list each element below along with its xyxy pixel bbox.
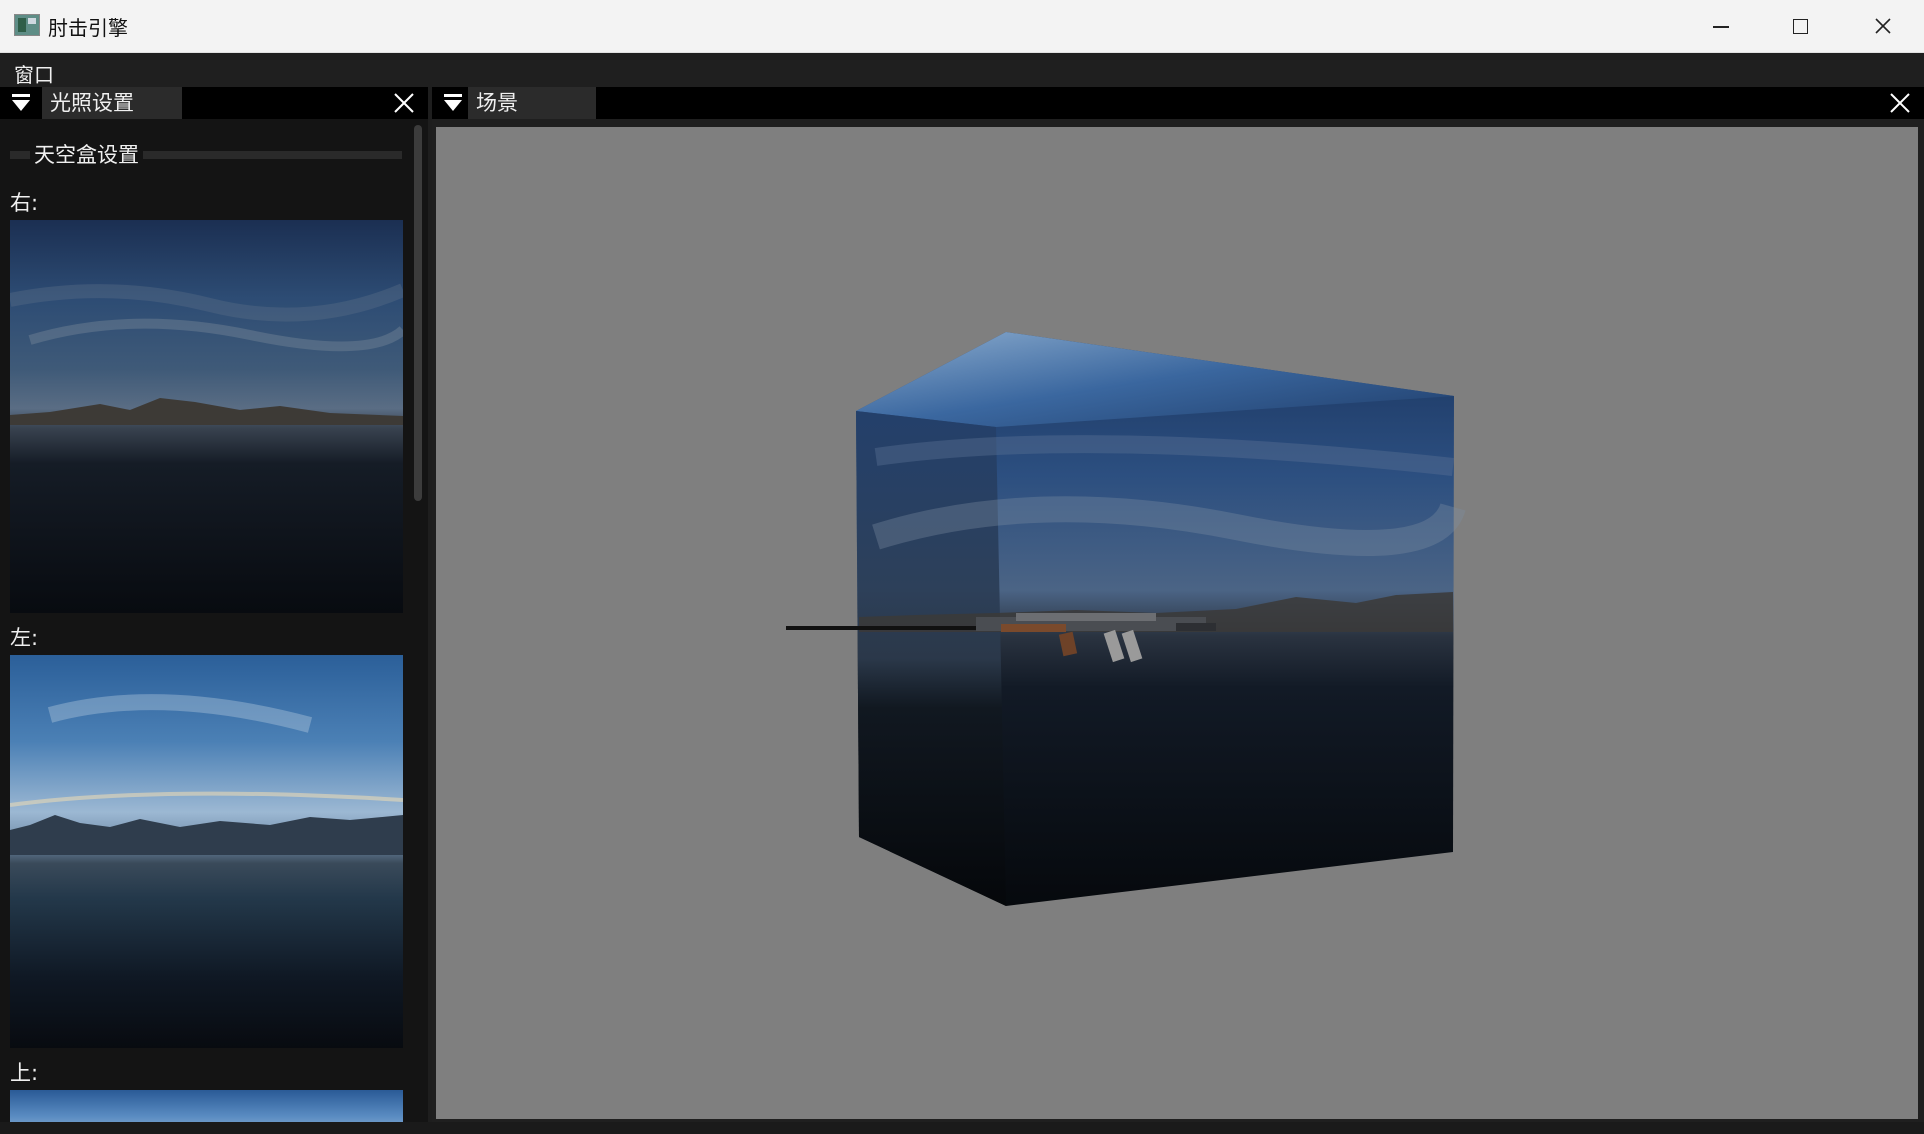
skybox-left-image[interactable] (10, 655, 403, 1048)
collapse-arrow-icon[interactable] (440, 92, 468, 116)
console-strip (0, 1122, 1924, 1134)
face-label-left: 左: (10, 626, 39, 650)
window-title: 肘击引擎 (48, 16, 128, 40)
menu-bar: 窗口 (0, 53, 1924, 87)
close-button[interactable] (1844, 0, 1924, 52)
app-icon (14, 14, 40, 36)
lighting-panel: 天空盒设置 右: 左: 上: (0, 119, 428, 1134)
title-bar: 肘击引擎 (0, 0, 1924, 53)
skybox-right-image[interactable] (10, 220, 403, 613)
close-icon[interactable] (1888, 91, 1912, 115)
face-label-right: 右: (10, 191, 39, 215)
tab-scene[interactable]: 场景 (468, 87, 596, 119)
maximize-button[interactable] (1760, 0, 1840, 52)
panel-scrollbar-thumb[interactable] (414, 125, 422, 501)
tab-lighting-settings[interactable]: 光照设置 (42, 87, 182, 119)
scene-render (786, 332, 1466, 906)
minimize-button[interactable] (1680, 0, 1760, 52)
collapse-arrow-icon[interactable] (8, 92, 36, 116)
scene-viewport[interactable] (436, 127, 1918, 1119)
close-icon (1875, 18, 1891, 34)
scene-panel-tabbar: 场景 (432, 87, 1924, 119)
menu-window[interactable]: 窗口 (14, 59, 54, 88)
close-icon[interactable] (392, 91, 416, 115)
lighting-panel-tabbar: 光照设置 (0, 87, 428, 119)
face-label-top: 上: (10, 1061, 39, 1085)
section-title: 天空盒设置 (30, 139, 143, 169)
